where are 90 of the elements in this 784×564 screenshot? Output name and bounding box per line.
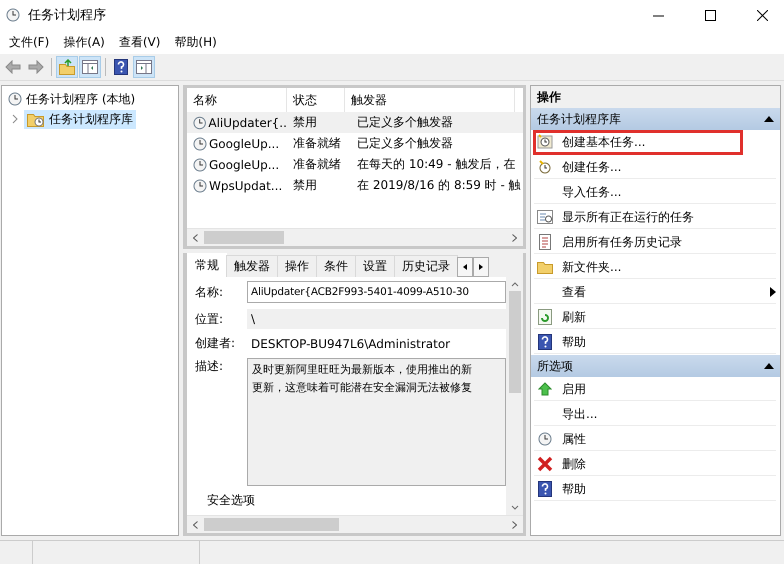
action-item[interactable]: 启用: [534, 378, 776, 401]
document-icon: [538, 234, 552, 250]
name-field[interactable]: AliUpdater{ACB2F993-5401-4099-A510-30: [247, 281, 506, 303]
tab[interactable]: 常规: [187, 253, 227, 277]
chevron-icon[interactable]: [10, 114, 20, 124]
task-name: GoogleUp...: [209, 136, 280, 150]
help-icon: [538, 481, 552, 497]
action-item[interactable]: 创建基本任务...: [534, 131, 742, 154]
tab-scroll-right-button[interactable]: [473, 257, 489, 277]
clock-icon: [193, 178, 207, 192]
field-label: 位置:: [195, 310, 224, 328]
scroll-left-icon: [193, 234, 198, 242]
menu-item[interactable]: 操作(A): [56, 34, 112, 50]
action-item[interactable]: 属性: [534, 428, 776, 451]
task-row[interactable]: WpsUpdat... 禁用 在 2019/8/16 的 8:59 时 - 触: [187, 175, 523, 196]
task-status: 禁用: [292, 177, 318, 194]
action-item[interactable]: 帮助: [534, 478, 776, 501]
action-item[interactable]: 启用所有任务历史记录: [534, 231, 776, 254]
up-arrow-icon: [538, 382, 552, 396]
vertical-scrollbar[interactable]: [506, 277, 523, 515]
back-arrow-icon[interactable]: [5, 60, 21, 74]
task-name: WpsUpdat...: [209, 178, 282, 192]
task-trigger: 已定义多个触发器: [356, 114, 453, 131]
horizontal-scrollbar[interactable]: [187, 515, 523, 533]
clock-icon: [538, 160, 552, 174]
clock-icon: [537, 134, 553, 150]
collapse-arrow-icon[interactable]: [764, 363, 774, 369]
action-item[interactable]: 创建任务...: [534, 156, 776, 179]
group-header[interactable]: 任务计划程序库: [531, 108, 780, 130]
scroll-right-icon: [512, 234, 517, 242]
task-trigger: 已定义多个触发器: [356, 135, 453, 152]
panel-icon[interactable]: [136, 60, 152, 74]
folder-icon: [27, 111, 45, 127]
menu-item[interactable]: 文件(F): [2, 34, 56, 50]
app-icon: [6, 8, 20, 22]
action-item[interactable]: 新文件夹...: [534, 256, 776, 279]
maximize-icon: [704, 10, 716, 20]
task-row[interactable]: GoogleUp... 准备就绪 已定义多个触发器: [187, 133, 523, 154]
task-status: 禁用: [292, 114, 318, 131]
task-row[interactable]: AliUpdater{... 禁用 已定义多个触发器: [187, 112, 523, 133]
task-name: GoogleUp...: [209, 158, 280, 172]
field-label: 名称:: [195, 284, 224, 300]
panel-icon[interactable]: [82, 60, 98, 74]
close-icon: [756, 10, 768, 20]
menu-item[interactable]: 帮助(H): [167, 34, 224, 50]
help-icon: [114, 59, 128, 75]
action-item[interactable]: 帮助: [534, 331, 776, 354]
field-label: 描述:: [195, 358, 224, 375]
panel-title: 操作: [531, 86, 780, 108]
clock-icon: [193, 116, 206, 130]
location-field: \: [247, 309, 506, 329]
action-item[interactable]: 刷新: [534, 306, 776, 329]
menu-item[interactable]: 查看(V): [112, 34, 168, 50]
task-trigger: 在每天的 10:49 - 触发后，在: [356, 156, 516, 173]
scroll-left-icon: [193, 520, 198, 528]
forward-arrow-icon[interactable]: [28, 60, 44, 74]
task-status: 准备就绪: [292, 135, 342, 152]
right-triangle-icon: [479, 264, 483, 270]
field-label: 创建者:: [195, 335, 236, 352]
window-title: 任务计划程序: [28, 7, 106, 24]
clock-icon: [193, 136, 207, 150]
task-status: 准备就绪: [292, 156, 342, 173]
action-item[interactable]: 删除: [534, 453, 776, 476]
tree-item[interactable]: 任务计划程序 (本地): [5, 90, 138, 108]
folder-icon: [537, 260, 553, 274]
clock-icon: [8, 92, 22, 106]
task-trigger: 在 2019/8/16 的 8:59 时 - 触: [356, 177, 521, 194]
action-item[interactable]: 查看: [534, 281, 776, 304]
author-value: DESKTOP-BU947L6\Administrator: [250, 336, 452, 350]
horizontal-scrollbar[interactable]: [187, 228, 523, 246]
group-header[interactable]: 所选项: [531, 355, 780, 377]
help-icon: [538, 334, 552, 350]
tab-scroll-left-button[interactable]: [457, 257, 473, 277]
action-item[interactable]: 导出...: [534, 403, 776, 426]
collapse-arrow-icon[interactable]: [764, 116, 774, 122]
folder-up-icon[interactable]: [59, 59, 75, 75]
task-list-icon: [537, 210, 553, 224]
action-item[interactable]: 显示所有正在运行的任务: [534, 206, 776, 229]
left-triangle-icon: [463, 264, 467, 270]
description-field[interactable]: 及时更新阿里旺旺为最新版本，使用推出的新 更新，这意味着可能潜在安全漏洞无法被修复: [247, 358, 506, 486]
clock-icon: [538, 432, 552, 446]
action-item[interactable]: 导入任务...: [534, 181, 776, 204]
task-name: AliUpdater{...: [208, 116, 287, 130]
task-row[interactable]: GoogleUp... 准备就绪 在每天的 10:49 - 触发后，在: [187, 154, 523, 175]
section-heading: 安全选项: [206, 492, 256, 508]
refresh-icon: [538, 309, 552, 325]
delete-icon: [537, 456, 553, 472]
tree-item[interactable]: 任务计划程序库: [24, 110, 136, 128]
clock-icon: [193, 158, 207, 172]
scroll-right-icon: [512, 520, 517, 528]
